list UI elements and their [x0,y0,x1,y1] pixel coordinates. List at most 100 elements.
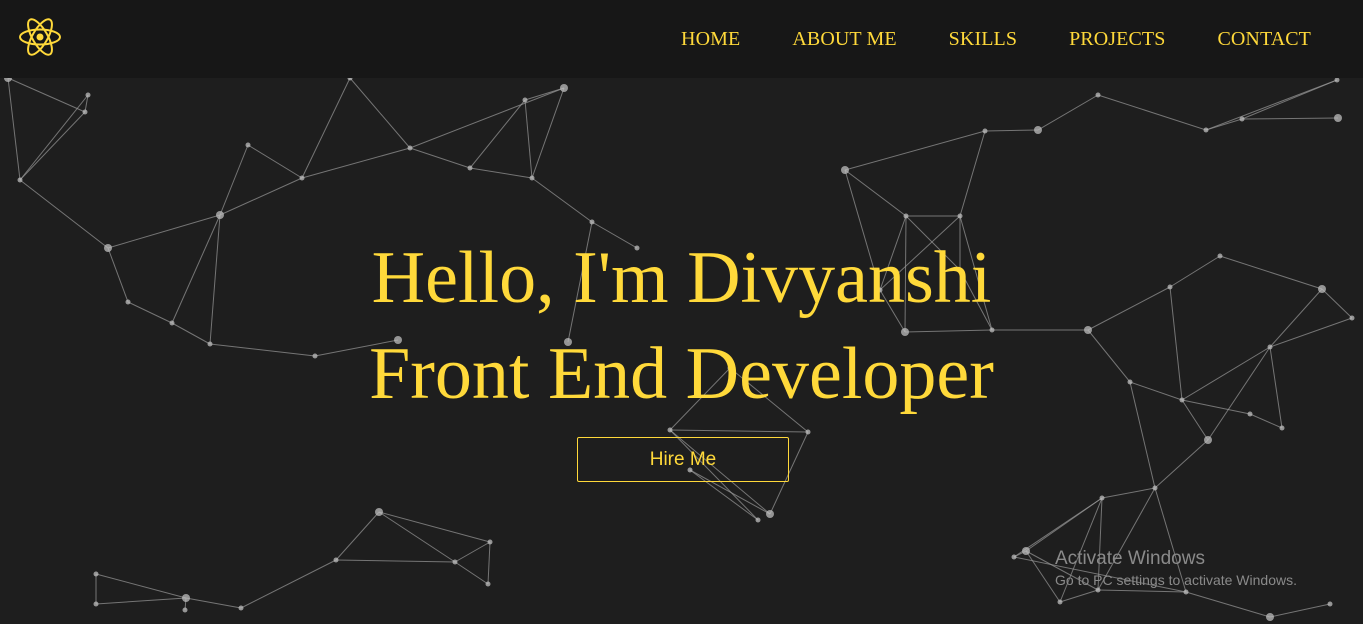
hire-me-button[interactable]: Hire Me [577,437,789,482]
watermark-title: Activate Windows [1055,548,1205,569]
network-node [1099,495,1105,501]
nav-contact-link[interactable]: CONTACT [1217,28,1311,51]
network-node [957,213,963,219]
network-node [1022,547,1030,555]
network-node [1034,126,1042,134]
network-line [19,94,89,181]
network-line [349,77,411,149]
network-line [454,541,491,563]
network-line [844,130,986,171]
network-line [469,99,526,169]
network-node [238,605,244,611]
network-node [1279,425,1285,431]
network-node [17,177,23,183]
network-node [487,539,493,545]
network-line [409,87,565,149]
network-node [1204,436,1212,444]
network-node [522,97,528,103]
network-line [1185,591,1271,618]
network-node [93,601,99,607]
hero-greeting: Hello, I'm Divyanshi [371,237,992,319]
network-line [1241,117,1339,120]
network-node [589,219,595,225]
activate-windows-watermark: Activate Windows Go to PC settings to ac… [1055,548,1297,589]
network-node [299,175,305,181]
nav-about-link[interactable]: ABOUT ME [792,28,896,51]
network-node [755,517,761,523]
network-node [407,145,413,151]
network-line [487,541,491,585]
network-line [1269,603,1331,618]
network-node [485,581,491,587]
network-line [185,597,242,609]
nav-links: HOME ABOUT ME SKILLS PROJECTS CONTACT [681,0,1363,78]
network-node [452,559,458,565]
network-line [301,77,351,179]
network-line [1154,439,1209,489]
network-node [1334,114,1342,122]
nav-projects-link[interactable]: PROJECTS [1069,28,1165,51]
network-node [1057,599,1063,605]
network-node [245,142,251,148]
network-node [1152,485,1158,491]
network-node [1327,601,1333,607]
network-node [93,571,99,577]
network-line [1097,94,1207,131]
network-line [335,559,456,563]
network-line [669,429,809,433]
network-line [7,77,21,181]
network-line [1097,589,1187,593]
network-node [805,429,811,435]
network-line [7,77,86,113]
network-node [467,165,473,171]
network-node [1266,613,1274,621]
network-node [182,607,188,613]
network-node [1011,554,1017,560]
network-node [529,175,535,181]
network-line [1101,487,1156,499]
network-node [766,510,774,518]
network-line [335,511,380,561]
network-node [85,92,91,98]
network-line [469,167,533,179]
network-node [375,508,383,516]
network-line [454,561,489,585]
navbar: HOME ABOUT ME SKILLS PROJECTS CONTACT [0,0,1363,78]
network-line [531,177,593,223]
watermark-subtitle: Go to PC settings to activate Windows. [1055,572,1297,588]
nav-skills-link[interactable]: SKILLS [949,28,1017,51]
network-line [1205,79,1338,131]
network-node [1334,77,1340,83]
network-node [1239,116,1245,122]
network-node [1095,92,1101,98]
network-node [333,557,339,563]
network-node [560,84,568,92]
network-node [841,166,849,174]
network-node [216,211,224,219]
network-line [531,87,565,179]
network-line [984,129,1039,132]
nav-home-link[interactable]: HOME [681,28,740,51]
network-line [247,144,303,179]
network-line [95,597,187,605]
network-line [1025,497,1103,552]
network-node [982,128,988,134]
network-line [240,559,337,609]
network-node [182,594,190,602]
hero-role: Front End Developer [369,333,994,415]
network-line [959,130,986,217]
network-line [844,169,907,217]
network-line [409,147,471,169]
network-line [1059,589,1099,603]
network-line [378,511,456,563]
network-node [667,427,673,433]
network-line [1037,94,1099,131]
react-atom-icon[interactable] [18,17,62,57]
network-line [95,573,187,599]
network-node [903,213,909,219]
network-node [82,109,88,115]
network-node [1203,127,1209,133]
hero-heading: Hello, I'm Divyanshi Front End Developer [0,230,1363,422]
network-line [19,111,86,181]
network-line [378,511,491,543]
